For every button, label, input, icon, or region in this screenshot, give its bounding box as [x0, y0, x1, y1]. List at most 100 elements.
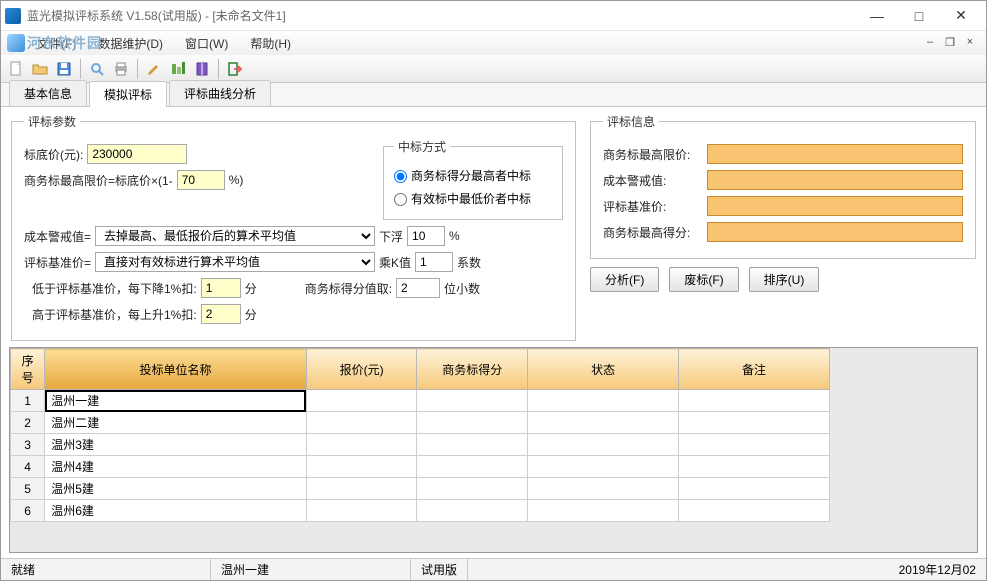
- grid-header-num[interactable]: 序号: [11, 349, 45, 390]
- row-state[interactable]: [528, 412, 679, 434]
- row-state[interactable]: [528, 456, 679, 478]
- grid-header-price[interactable]: 报价(元): [306, 349, 417, 390]
- grid-header-score[interactable]: 商务标得分: [417, 349, 528, 390]
- row-note[interactable]: [679, 478, 830, 500]
- above-label: 高于评标基准价，每上升1%扣:: [32, 306, 197, 323]
- row-state[interactable]: [528, 390, 679, 412]
- row-note[interactable]: [679, 456, 830, 478]
- row-num: 1: [11, 390, 45, 412]
- method-option-highest[interactable]: 商务标得分最高者中标: [394, 167, 531, 184]
- radio-lowest[interactable]: [394, 193, 407, 206]
- below-suffix: 分: [245, 280, 257, 297]
- info-label-1: 成本警戒值:: [603, 172, 703, 189]
- row-num: 4: [11, 456, 45, 478]
- row-name[interactable]: 温州3建: [45, 434, 307, 456]
- below-label: 低于评标基准价，每下降1%扣:: [32, 280, 197, 297]
- table-row[interactable]: 4 温州4建: [11, 456, 830, 478]
- grid-header-state[interactable]: 状态: [528, 349, 679, 390]
- row-price[interactable]: [306, 500, 417, 522]
- row-num: 5: [11, 478, 45, 500]
- row-price[interactable]: [306, 434, 417, 456]
- row-name[interactable]: 温州5建: [45, 478, 307, 500]
- window-title: 蓝光模拟评标系统 V1.58(试用版) - [未命名文件1]: [27, 7, 856, 24]
- table-row[interactable]: 6 温州6建: [11, 500, 830, 522]
- mdi-minimize-button[interactable]: –: [922, 36, 938, 50]
- new-file-icon[interactable]: [5, 58, 27, 80]
- tool-data-icon[interactable]: [167, 58, 189, 80]
- base-price-input[interactable]: [87, 144, 187, 164]
- save-icon[interactable]: [53, 58, 75, 80]
- bench-select[interactable]: 直接对有效标进行算术平均值: [95, 252, 375, 272]
- table-row[interactable]: 1 温州一建: [11, 390, 830, 412]
- row-name[interactable]: 温州4建: [45, 456, 307, 478]
- table-row[interactable]: 2 温州二建: [11, 412, 830, 434]
- row-score[interactable]: [417, 390, 528, 412]
- print-icon[interactable]: [110, 58, 132, 80]
- menu-window[interactable]: 窗口(W): [175, 32, 238, 55]
- bidders-grid[interactable]: 序号 投标单位名称 报价(元) 商务标得分 状态 备注 1 温州一建 2 温州二…: [10, 348, 830, 522]
- float-down-suffix: %: [449, 229, 460, 243]
- discard-button[interactable]: 废标(F): [669, 267, 738, 292]
- grid-header-note[interactable]: 备注: [679, 349, 830, 390]
- tool-settings-icon[interactable]: [143, 58, 165, 80]
- info-legend: 评标信息: [603, 113, 659, 130]
- table-row[interactable]: 5 温州5建: [11, 478, 830, 500]
- mdi-close-button[interactable]: ×: [962, 36, 978, 50]
- max-limit-suffix: %): [229, 173, 244, 187]
- row-name[interactable]: 温州二建: [45, 412, 307, 434]
- row-name[interactable]: 温州一建: [45, 390, 307, 412]
- row-score[interactable]: [417, 434, 528, 456]
- above-input[interactable]: [201, 304, 241, 324]
- grid-header-name[interactable]: 投标单位名称: [45, 349, 307, 390]
- row-state[interactable]: [528, 434, 679, 456]
- menu-file[interactable]: 文件(F): [27, 32, 86, 55]
- row-note[interactable]: [679, 500, 830, 522]
- row-name[interactable]: 温州6建: [45, 500, 307, 522]
- menu-data[interactable]: 数据维护(D): [88, 32, 173, 55]
- maximize-button[interactable]: □: [898, 2, 940, 30]
- row-state[interactable]: [528, 478, 679, 500]
- row-note[interactable]: [679, 434, 830, 456]
- mdi-restore-button[interactable]: ❐: [942, 36, 958, 50]
- app-icon: [5, 8, 21, 24]
- info-value-max-limit: [707, 144, 963, 164]
- tab-evaluation[interactable]: 模拟评标: [89, 81, 167, 107]
- row-score[interactable]: [417, 500, 528, 522]
- above-suffix: 分: [245, 306, 257, 323]
- below-input[interactable]: [201, 278, 241, 298]
- method-option-lowest[interactable]: 有效标中最低价者中标: [394, 190, 531, 207]
- row-price[interactable]: [306, 478, 417, 500]
- row-price[interactable]: [306, 390, 417, 412]
- max-limit-input[interactable]: [177, 170, 225, 190]
- minimize-button[interactable]: —: [856, 2, 898, 30]
- row-score[interactable]: [417, 478, 528, 500]
- status-selected: 温州一建: [211, 559, 411, 580]
- cost-warn-select[interactable]: 去掉最高、最低报价后的算术平均值: [95, 226, 375, 246]
- sort-button[interactable]: 排序(U): [749, 267, 820, 292]
- decimal-input[interactable]: [396, 278, 440, 298]
- window-titlebar: 蓝光模拟评标系统 V1.58(试用版) - [未命名文件1] — □ ✕: [1, 1, 986, 31]
- analyze-button[interactable]: 分析(F): [590, 267, 659, 292]
- mult-label: 乘K值: [379, 254, 411, 271]
- row-note[interactable]: [679, 390, 830, 412]
- radio-highest[interactable]: [394, 170, 407, 183]
- bid-method-group: 中标方式 商务标得分最高者中标 有效标中最低价者中标: [383, 138, 563, 220]
- tab-basic-info[interactable]: 基本信息: [9, 80, 87, 106]
- row-state[interactable]: [528, 500, 679, 522]
- tab-curve-analysis[interactable]: 评标曲线分析: [169, 80, 271, 106]
- row-price[interactable]: [306, 456, 417, 478]
- row-note[interactable]: [679, 412, 830, 434]
- open-file-icon[interactable]: [29, 58, 51, 80]
- mult-input[interactable]: [415, 252, 453, 272]
- row-score[interactable]: [417, 412, 528, 434]
- row-price[interactable]: [306, 412, 417, 434]
- preview-icon[interactable]: [86, 58, 108, 80]
- decimal-suffix: 位小数: [444, 280, 480, 297]
- menu-help[interactable]: 帮助(H): [240, 32, 301, 55]
- float-down-input[interactable]: [407, 226, 445, 246]
- exit-icon[interactable]: [224, 58, 246, 80]
- tool-book-icon[interactable]: [191, 58, 213, 80]
- row-score[interactable]: [417, 456, 528, 478]
- close-button[interactable]: ✕: [940, 2, 982, 30]
- table-row[interactable]: 3 温州3建: [11, 434, 830, 456]
